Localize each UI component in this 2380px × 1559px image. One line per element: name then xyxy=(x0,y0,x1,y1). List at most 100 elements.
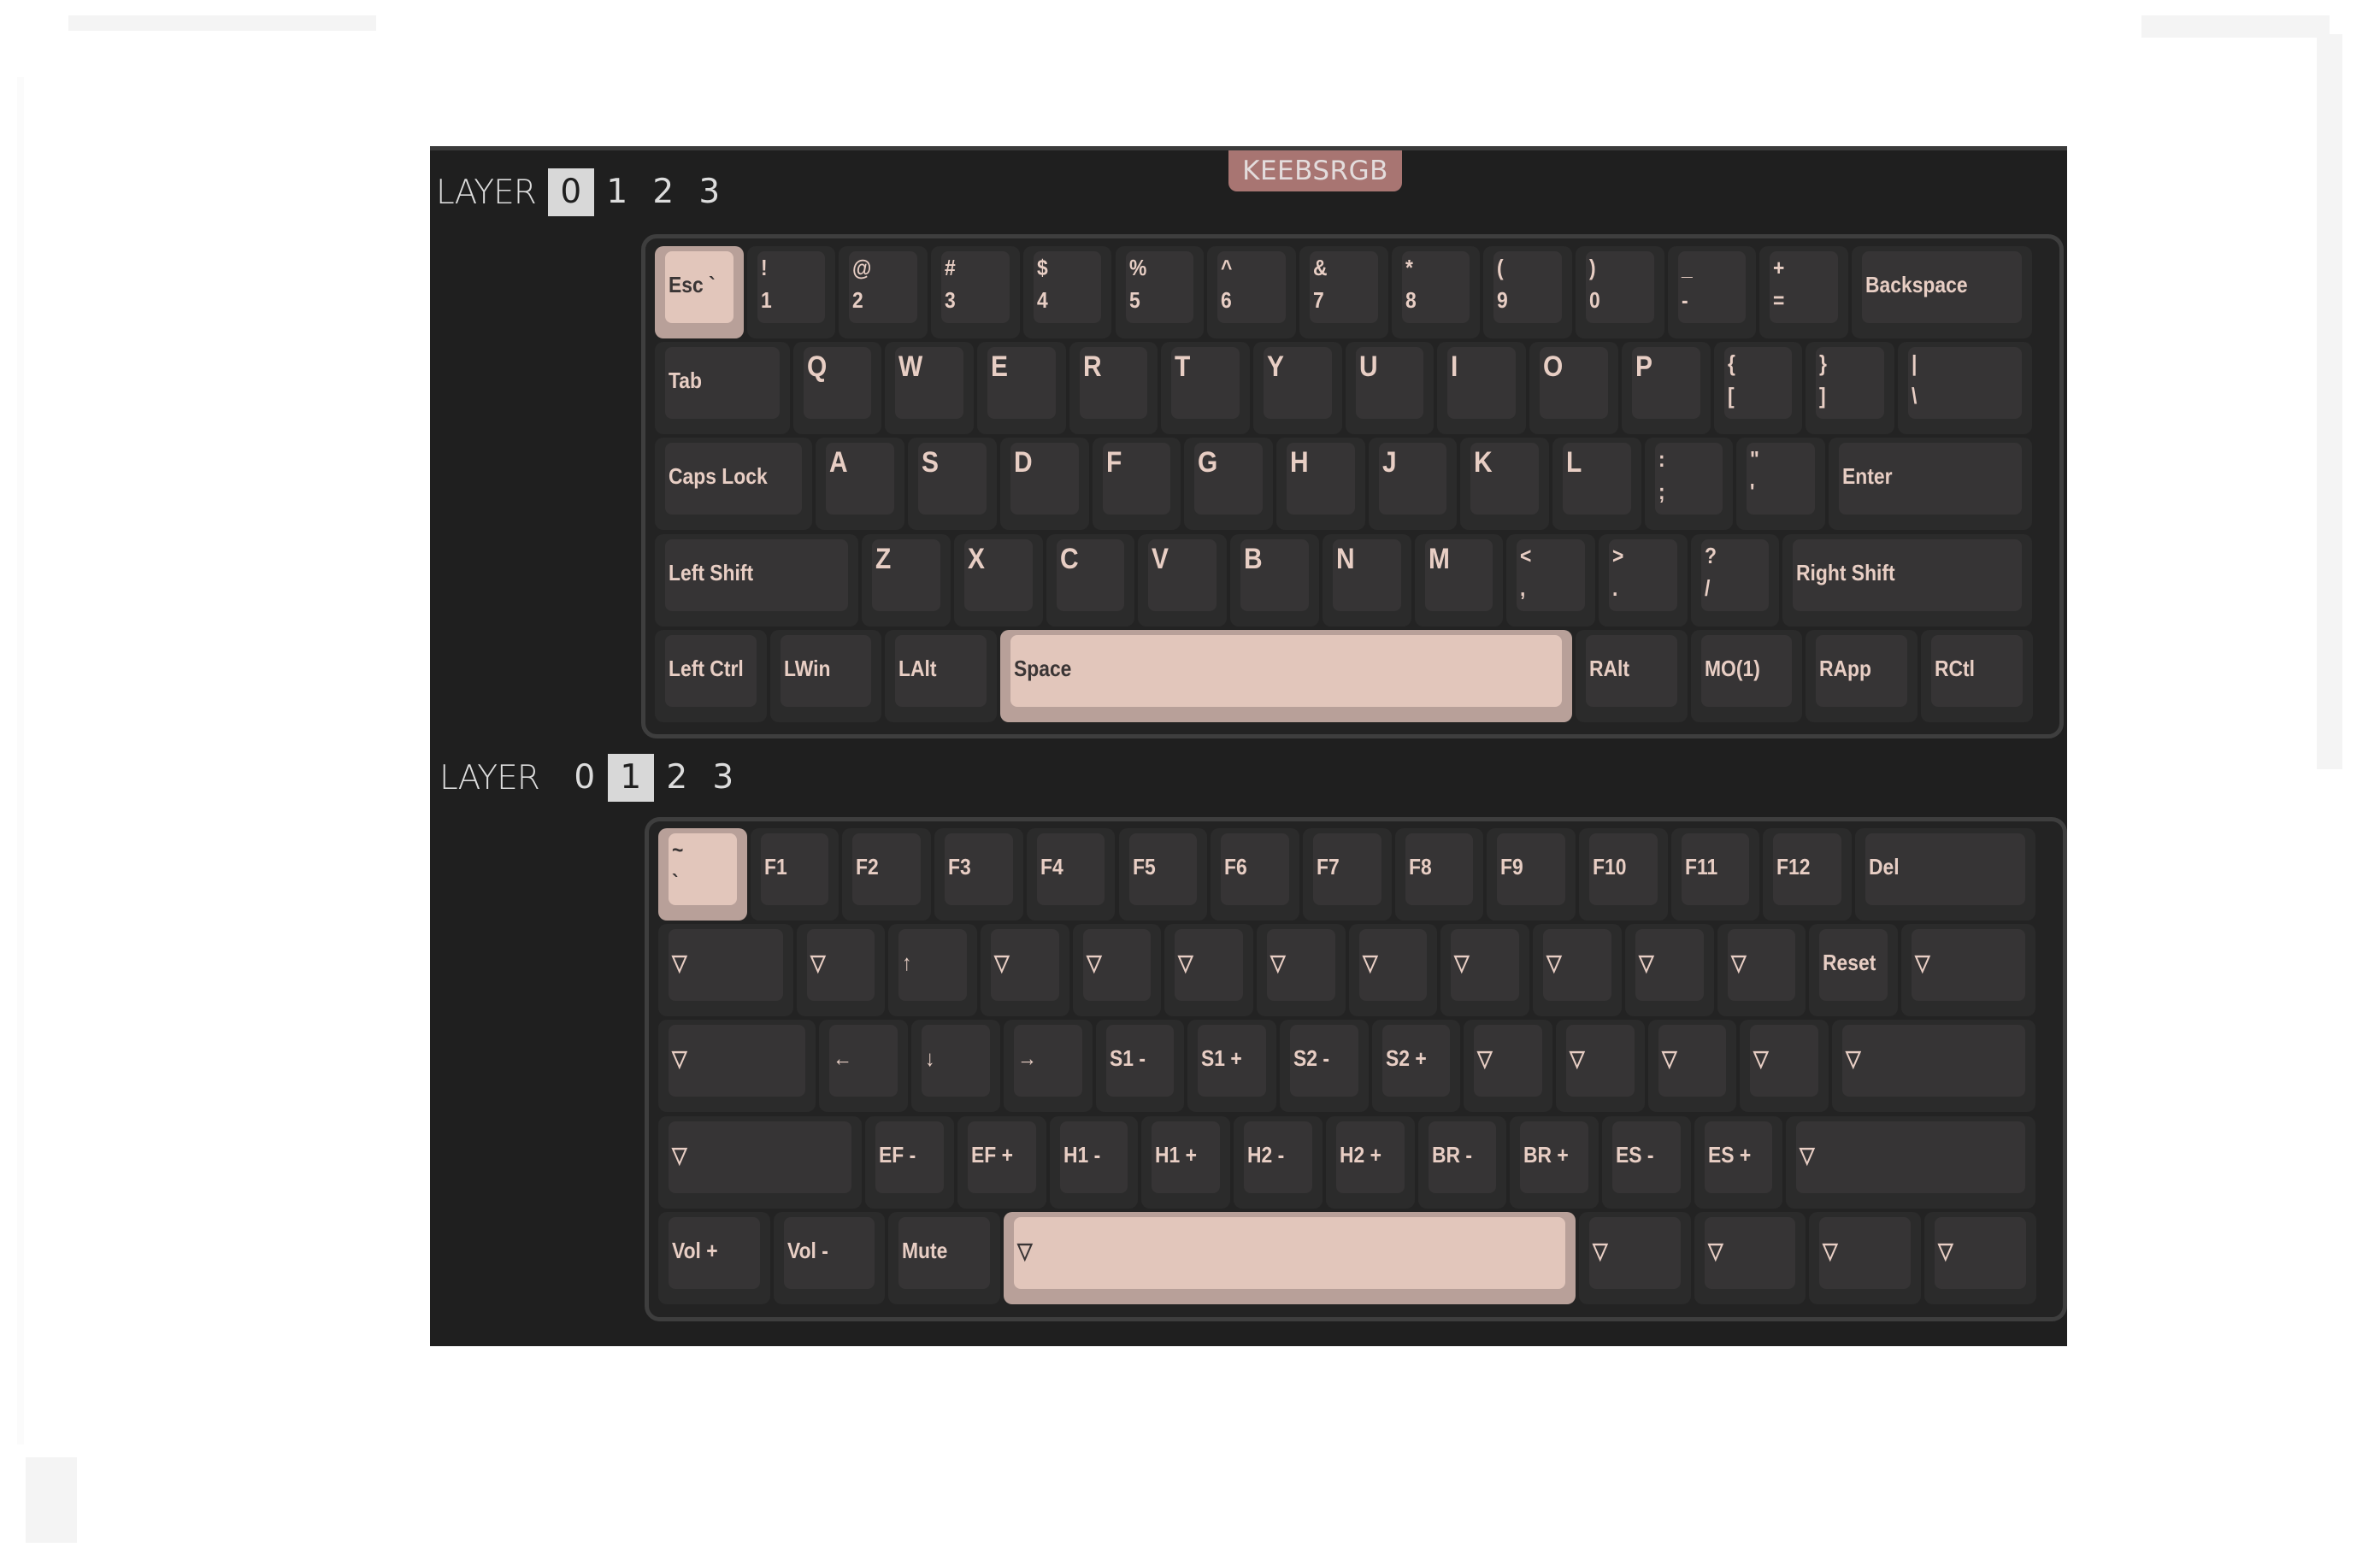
key[interactable]: Left Ctrl xyxy=(655,629,767,722)
key[interactable]: ^ 6 xyxy=(1207,246,1296,338)
key[interactable]: _ - xyxy=(1667,246,1757,338)
key[interactable]: M xyxy=(1414,533,1504,627)
key[interactable]: N xyxy=(1322,533,1411,627)
key[interactable]: J xyxy=(1368,438,1458,531)
key[interactable]: ▽ xyxy=(1464,1020,1553,1113)
key[interactable]: ▽ xyxy=(1579,1211,1691,1304)
key[interactable]: H1 - xyxy=(1049,1115,1139,1209)
key[interactable]: F8 xyxy=(1394,828,1484,921)
key[interactable]: L xyxy=(1552,438,1641,531)
key[interactable]: ▽ xyxy=(1348,924,1438,1017)
key[interactable]: + = xyxy=(1759,246,1849,338)
key[interactable]: ▽ xyxy=(658,1115,863,1209)
key[interactable]: ▽ xyxy=(1786,1115,2036,1209)
key[interactable]: Reset xyxy=(1809,924,1898,1017)
key[interactable]: $4 xyxy=(1022,246,1112,338)
key[interactable]: & 7 xyxy=(1299,246,1388,338)
key[interactable]: <, xyxy=(1506,533,1595,627)
layer-tab-2[interactable]: 2 xyxy=(640,168,686,216)
key[interactable]: R xyxy=(1069,342,1158,435)
key[interactable]: C xyxy=(1046,533,1135,627)
key[interactable]: ▽ xyxy=(1072,924,1162,1017)
key[interactable]: → xyxy=(1003,1020,1093,1113)
key[interactable]: RCtl xyxy=(1920,629,2033,722)
key[interactable]: }] xyxy=(1806,342,1894,435)
key[interactable]: F4 xyxy=(1026,828,1116,921)
key[interactable]: H xyxy=(1275,438,1365,531)
key[interactable]: BR - xyxy=(1417,1115,1507,1209)
key[interactable]: F10 xyxy=(1579,828,1668,921)
key[interactable]: O xyxy=(1529,342,1618,435)
key[interactable]: ▽ xyxy=(1624,924,1714,1017)
key[interactable]: ▽ xyxy=(1257,924,1346,1017)
key[interactable]: ▽ xyxy=(796,924,886,1017)
key[interactable]: #3 xyxy=(931,246,1020,338)
key[interactable]: S2 + xyxy=(1371,1020,1461,1113)
key[interactable]: Q xyxy=(792,342,882,435)
layer-tab-3[interactable]: 3 xyxy=(700,754,746,802)
key[interactable]: ▽ xyxy=(1003,1211,1576,1304)
key[interactable]: S1 + xyxy=(1187,1020,1276,1113)
key[interactable]: ▽ xyxy=(1694,1211,1806,1304)
key[interactable]: Right Shift xyxy=(1782,533,2033,627)
key[interactable]: S1 - xyxy=(1095,1020,1185,1113)
key[interactable]: G xyxy=(1184,438,1273,531)
key[interactable]: V xyxy=(1138,533,1228,627)
key[interactable]: ▽ xyxy=(1647,1020,1737,1113)
key[interactable]: | \ xyxy=(1897,342,2033,435)
layer-tab-0[interactable]: 0 xyxy=(547,168,594,216)
key[interactable]: A xyxy=(816,438,905,531)
key[interactable]: F11 xyxy=(1670,828,1760,921)
key[interactable]: F9 xyxy=(1487,828,1576,921)
key[interactable]: ▽ xyxy=(1533,924,1622,1017)
key[interactable]: ! 1 xyxy=(746,246,836,338)
key[interactable]: ▽ xyxy=(1556,1020,1645,1113)
key[interactable]: {[ xyxy=(1713,342,1803,435)
key[interactable]: ? / xyxy=(1690,533,1780,627)
key[interactable]: ▽ xyxy=(1923,1211,2036,1304)
key[interactable]: ▽ xyxy=(1440,924,1530,1017)
key[interactable]: T xyxy=(1161,342,1251,435)
key[interactable]: ▽ xyxy=(1164,924,1254,1017)
key[interactable]: :; xyxy=(1644,438,1734,531)
key[interactable]: P xyxy=(1621,342,1711,435)
key[interactable]: Esc ` xyxy=(655,246,744,338)
key[interactable]: ~ ` xyxy=(658,828,747,921)
key[interactable]: ▽ xyxy=(1900,924,2036,1017)
key[interactable]: H2 + xyxy=(1325,1115,1415,1209)
key[interactable]: ▽ xyxy=(980,924,1069,1017)
key[interactable]: BR + xyxy=(1510,1115,1599,1209)
key[interactable]: ▽ xyxy=(1809,1211,1921,1304)
key[interactable]: W xyxy=(885,342,974,435)
key[interactable]: Tab xyxy=(655,342,790,435)
key[interactable]: H1 + xyxy=(1141,1115,1231,1209)
key[interactable]: ← xyxy=(819,1020,909,1113)
layer-tab-2[interactable]: 2 xyxy=(654,754,700,802)
key[interactable]: Enter xyxy=(1829,438,2033,531)
key[interactable]: F2 xyxy=(842,828,932,921)
key[interactable]: F6 xyxy=(1211,828,1299,921)
key[interactable]: MO(1) xyxy=(1690,629,1803,722)
key[interactable]: D xyxy=(999,438,1089,531)
key[interactable]: F5 xyxy=(1118,828,1208,921)
key[interactable]: E xyxy=(976,342,1066,435)
key[interactable]: F xyxy=(1092,438,1181,531)
key[interactable]: Y xyxy=(1253,342,1342,435)
key[interactable]: Space xyxy=(999,629,1572,722)
key[interactable]: X xyxy=(954,533,1043,627)
key[interactable]: Backspace xyxy=(1852,246,2033,338)
key[interactable]: S2 - xyxy=(1279,1020,1369,1113)
key[interactable]: F3 xyxy=(934,828,1023,921)
key[interactable]: U xyxy=(1345,342,1434,435)
key[interactable]: Left Shift xyxy=(655,533,859,627)
key[interactable]: " ' xyxy=(1736,438,1826,531)
key[interactable]: RAlt xyxy=(1576,629,1688,722)
key[interactable]: * 8 xyxy=(1391,246,1481,338)
key[interactable]: H2 - xyxy=(1234,1115,1323,1209)
key[interactable]: EF + xyxy=(957,1115,1046,1209)
key[interactable]: F7 xyxy=(1302,828,1392,921)
layer-tab-1[interactable]: 1 xyxy=(594,168,640,216)
key[interactable]: ) 0 xyxy=(1576,246,1664,338)
key[interactable]: S xyxy=(908,438,997,531)
key[interactable]: EF - xyxy=(865,1115,954,1209)
